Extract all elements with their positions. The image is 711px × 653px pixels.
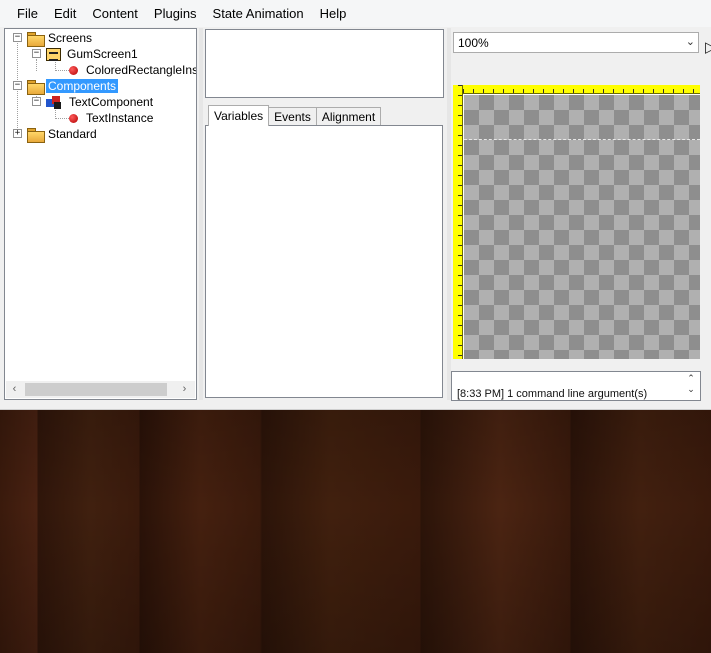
expand-textcomponent-toggle[interactable]: −: [32, 97, 41, 106]
tree-horizontal-scrollbar[interactable]: ‹ ›: [6, 381, 195, 398]
scroll-thumb[interactable]: [25, 383, 167, 396]
tab-variables[interactable]: Variables: [208, 105, 270, 126]
tree-connector: [55, 118, 69, 119]
folder-icon: [27, 127, 45, 143]
gum-app-window: File Edit Content Plugins State Animatio…: [0, 0, 711, 410]
menu-state-animation[interactable]: State Animation: [205, 2, 312, 25]
tree-node-label: Components: [46, 79, 119, 93]
instance-icon: [69, 113, 78, 123]
project-tree[interactable]: − Screens − GumScreen1 ColoredRectangleI…: [4, 28, 197, 400]
vertical-splitter[interactable]: [199, 28, 203, 400]
output-log[interactable]: [8:33 PM] 1 command line argument(s) ⌃ ⌄: [451, 371, 701, 401]
menu-plugins[interactable]: Plugins: [146, 2, 205, 25]
tab-alignment[interactable]: Alignment: [315, 107, 382, 126]
tree-node-label: Screens: [48, 31, 93, 45]
mouse-cursor-icon: ▷: [705, 39, 711, 56]
component-icon: [46, 95, 63, 109]
vertical-splitter[interactable]: [447, 28, 451, 400]
chevron-down-icon: ⌄: [685, 36, 695, 48]
menu-edit[interactable]: Edit: [46, 2, 84, 25]
expand-screens-toggle[interactable]: −: [13, 33, 22, 42]
output-scrollbar[interactable]: ⌃ ⌄: [683, 373, 699, 399]
scroll-right-icon[interactable]: ›: [176, 381, 193, 398]
tree-node-label: GumScreen1: [67, 47, 138, 61]
folder-icon: [27, 31, 45, 47]
tree-node-components[interactable]: Components: [27, 78, 119, 95]
folder-icon: [27, 79, 45, 95]
tree-node-gumscreen1[interactable]: GumScreen1: [46, 46, 140, 62]
expand-gumscreen-toggle[interactable]: −: [32, 49, 41, 58]
tree-node-label: Standard: [48, 127, 97, 141]
scroll-down-icon[interactable]: ⌄: [683, 384, 699, 395]
screen-icon: [46, 47, 61, 61]
zoom-dropdown[interactable]: 100% ⌄: [453, 32, 699, 53]
tree-node-label: TextInstance: [86, 111, 154, 125]
guide-line: [464, 139, 700, 140]
expand-components-toggle[interactable]: −: [13, 81, 22, 90]
tree-node-standard[interactable]: Standard: [27, 126, 99, 143]
transparency-checkerboard: [464, 95, 700, 359]
tab-events[interactable]: Events: [268, 107, 317, 126]
instance-icon: [69, 65, 78, 75]
menu-help[interactable]: Help: [312, 2, 355, 25]
tree-node-textcomponent[interactable]: TextComponent: [46, 94, 155, 110]
scroll-left-icon[interactable]: ‹: [6, 381, 23, 398]
tree-node-screens[interactable]: Screens: [27, 30, 94, 47]
tree-node-label: TextComponent: [69, 95, 154, 109]
zoom-value: 100%: [458, 35, 489, 50]
properties-tabs: Variables Events Alignment: [208, 105, 382, 126]
tree-node-textinstance[interactable]: TextInstance: [69, 110, 155, 126]
tree-node-colored-rectangle-instance[interactable]: ColoredRectangleInstance: [69, 62, 196, 78]
desktop-background: [0, 410, 711, 653]
tree-node-label: ColoredRectangleInstance: [86, 63, 196, 77]
menu-content[interactable]: Content: [84, 2, 146, 25]
tree-connector: [36, 59, 37, 71]
output-log-text: [8:33 PM] 1 command line argument(s): [457, 388, 648, 400]
expand-standard-toggle[interactable]: +: [13, 129, 22, 138]
variables-panel[interactable]: [205, 125, 443, 398]
state-list-panel[interactable]: [205, 29, 444, 98]
menu-file[interactable]: File: [9, 2, 46, 25]
editor-canvas[interactable]: [453, 85, 700, 359]
scroll-up-icon[interactable]: ⌃: [683, 373, 699, 384]
tree-connector: [55, 70, 69, 71]
vertical-ruler[interactable]: [453, 85, 463, 359]
menu-bar: File Edit Content Plugins State Animatio…: [0, 0, 711, 27]
horizontal-ruler[interactable]: [453, 85, 700, 94]
